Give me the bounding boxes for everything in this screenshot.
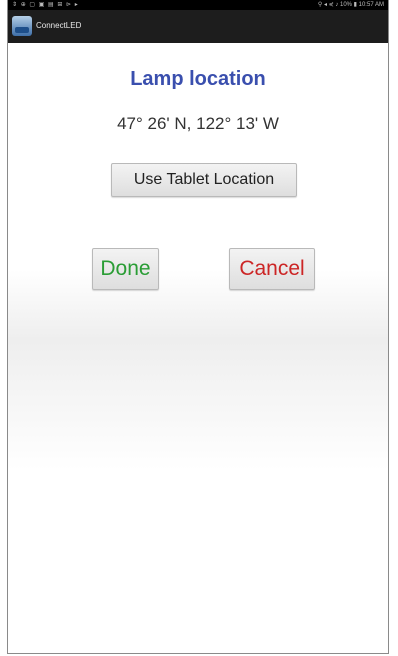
notification-icons: ⇕ ⊕ ▢ ▣ ▤ ⊞ ⊳ ▸ [12,2,79,8]
status-bar: ⇕ ⊕ ▢ ▣ ▤ ⊞ ⊳ ▸ ⚲ ◂ ⋞ ♪ 10% ▮ 10:57 AM [8,0,388,10]
app-title: ConnectLED [36,21,82,30]
coordinates-text: 47° 26' N, 122° 13' W [117,114,279,133]
action-bar: ConnectLED [8,10,388,43]
status-right-info: ⚲ ◂ ⋞ ♪ 10% ▮ 10:57 AM [317,2,384,8]
device-frame: ⇕ ⊕ ▢ ▣ ▤ ⊞ ⊳ ▸ ⚲ ◂ ⋞ ♪ 10% ▮ 10:57 AM C… [7,0,389,654]
cancel-button[interactable]: Cancel [229,248,315,290]
page-title: Lamp location [130,68,266,90]
app-logo-icon[interactable] [12,16,32,36]
done-button[interactable]: Done [92,248,159,290]
use-tablet-location-button[interactable]: Use Tablet Location [111,163,297,197]
